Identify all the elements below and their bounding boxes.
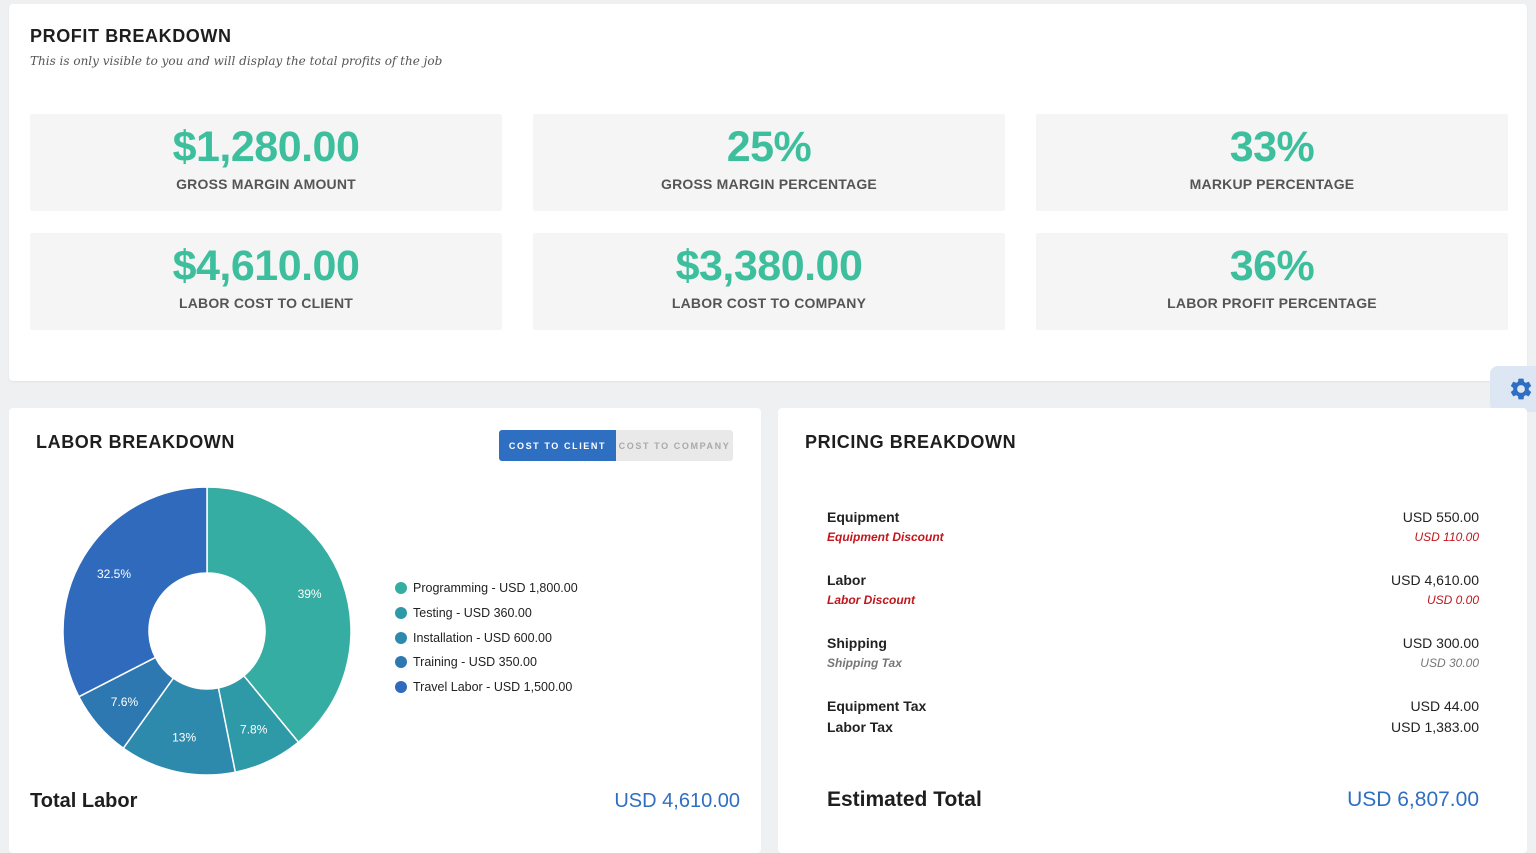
pricing-breakdown-title: PRICING BREAKDOWN [805,432,1016,453]
price-subline-tax: Shipping Tax USD 30.00 [827,656,1479,677]
price-amount: USD 1,383.00 [1391,719,1479,735]
metric-value: $3,380.00 [533,243,1005,289]
price-name: Equipment [827,509,899,525]
profit-breakdown-subtitle: This is only visible to you and will dis… [30,54,442,68]
legend-label: Travel Labor - USD 1,500.00 [413,680,572,694]
metric-label: LABOR COST TO CLIENT [30,295,502,311]
cost-to-client-button[interactable]: COST TO CLIENT [499,430,616,461]
legend-label: Training - USD 350.00 [413,655,537,669]
price-name: Labor [827,572,866,588]
donut-slice-travel-labor [63,487,207,697]
cost-to-company-button[interactable]: COST TO COMPANY [616,430,733,461]
pricing-breakdown-card: PRICING BREAKDOWN Equipment USD 550.00 E… [778,408,1527,853]
metric-label: LABOR COST TO COMPANY [533,295,1005,311]
legend-dot [395,681,407,693]
metric-value: 33% [1036,124,1508,170]
estimated-total-label: Estimated Total [827,788,982,812]
price-sub-amount: USD 110.00 [1415,530,1479,544]
price-name: Equipment Tax [827,698,926,714]
donut-slice-label: 13% [172,731,196,745]
metric-markup-percentage: 33% MARKUP PERCENTAGE [1036,114,1508,211]
pricing-group-labor: Labor USD 4,610.00 Labor Discount USD 0.… [827,572,1479,635]
pricing-list: Equipment USD 550.00 Equipment Discount … [827,509,1479,761]
total-labor-row: Total Labor USD 4,610.00 [30,790,740,813]
legend-item-travel-labor: Travel Labor - USD 1,500.00 [395,675,578,700]
metric-label: GROSS MARGIN PERCENTAGE [533,176,1005,192]
legend-dot [395,582,407,594]
legend-item-programming: Programming - USD 1,800.00 [395,576,578,601]
legend-dot [395,656,407,668]
profit-breakdown-title: PROFIT BREAKDOWN [30,26,232,47]
total-labor-value: USD 4,610.00 [614,790,740,813]
metric-labor-cost-to-company: $3,380.00 LABOR COST TO COMPANY [533,233,1005,330]
price-sub-name: Equipment Discount [827,530,944,544]
legend-label: Installation - USD 600.00 [413,631,552,645]
metric-value: $4,610.00 [30,243,502,289]
pricing-group-shipping: Shipping USD 300.00 Shipping Tax USD 30.… [827,635,1479,698]
settings-button[interactable] [1490,366,1536,412]
price-subline-discount: Labor Discount USD 0.00 [827,593,1479,614]
metric-value: 36% [1036,243,1508,289]
price-amount: USD 300.00 [1403,635,1479,651]
price-subline-discount: Equipment Discount USD 110.00 [827,530,1479,551]
pricing-group-equipment: Equipment USD 550.00 Equipment Discount … [827,509,1479,572]
price-sub-amount: USD 30.00 [1420,656,1479,670]
gear-icon [1508,376,1534,402]
price-line-labor-tax: Labor Tax USD 1,383.00 [827,719,1479,740]
legend-item-installation: Installation - USD 600.00 [395,625,578,650]
metric-labor-profit-percentage: 36% LABOR PROFIT PERCENTAGE [1036,233,1508,330]
price-sub-name: Shipping Tax [827,656,902,670]
cost-view-toggle: COST TO CLIENT COST TO COMPANY [499,430,733,461]
metric-value: 25% [533,124,1005,170]
price-sub-amount: USD 0.00 [1427,593,1479,607]
labor-donut-chart: 39% 7.8% 13% 7.6% 32.5% [61,485,353,777]
metric-value: $1,280.00 [30,124,502,170]
legend-item-training: Training - USD 350.00 [395,650,578,675]
donut-slice-label: 7.8% [240,722,268,736]
legend-dot [395,607,407,619]
price-line: Equipment USD 550.00 [827,509,1479,530]
legend-label: Testing - USD 360.00 [413,606,532,620]
profit-breakdown-card: PROFIT BREAKDOWN This is only visible to… [9,4,1527,381]
metric-label: MARKUP PERCENTAGE [1036,176,1508,192]
metric-labor-cost-to-client: $4,610.00 LABOR COST TO CLIENT [30,233,502,330]
pricing-group-taxes: Equipment Tax USD 44.00 Labor Tax USD 1,… [827,698,1479,761]
price-line-equipment-tax: Equipment Tax USD 44.00 [827,698,1479,719]
price-sub-name: Labor Discount [827,593,915,607]
metric-gross-margin-percentage: 25% GROSS MARGIN PERCENTAGE [533,114,1005,211]
price-amount: USD 550.00 [1403,509,1479,525]
labor-breakdown-card: LABOR BREAKDOWN COST TO CLIENT COST TO C… [9,408,761,853]
price-line: Labor USD 4,610.00 [827,572,1479,593]
price-amount: USD 44.00 [1411,698,1479,714]
estimated-total-row: Estimated Total USD 6,807.00 [827,788,1479,812]
labor-chart-legend: Programming - USD 1,800.00 Testing - USD… [395,576,578,699]
price-name: Shipping [827,635,887,651]
price-name: Labor Tax [827,719,893,735]
estimated-total-value: USD 6,807.00 [1347,788,1479,812]
donut-slice-label: 32.5% [97,567,131,581]
price-amount: USD 4,610.00 [1391,572,1479,588]
metric-gross-margin-amount: $1,280.00 GROSS MARGIN AMOUNT [30,114,502,211]
donut-slice-label: 39% [298,587,322,601]
donut-slice-label: 7.6% [111,695,139,709]
total-labor-label: Total Labor [30,790,137,813]
metric-label: LABOR PROFIT PERCENTAGE [1036,295,1508,311]
price-line: Shipping USD 300.00 [827,635,1479,656]
legend-label: Programming - USD 1,800.00 [413,581,578,595]
metric-label: GROSS MARGIN AMOUNT [30,176,502,192]
labor-breakdown-title: LABOR BREAKDOWN [36,432,235,453]
legend-dot [395,632,407,644]
legend-item-testing: Testing - USD 360.00 [395,601,578,626]
